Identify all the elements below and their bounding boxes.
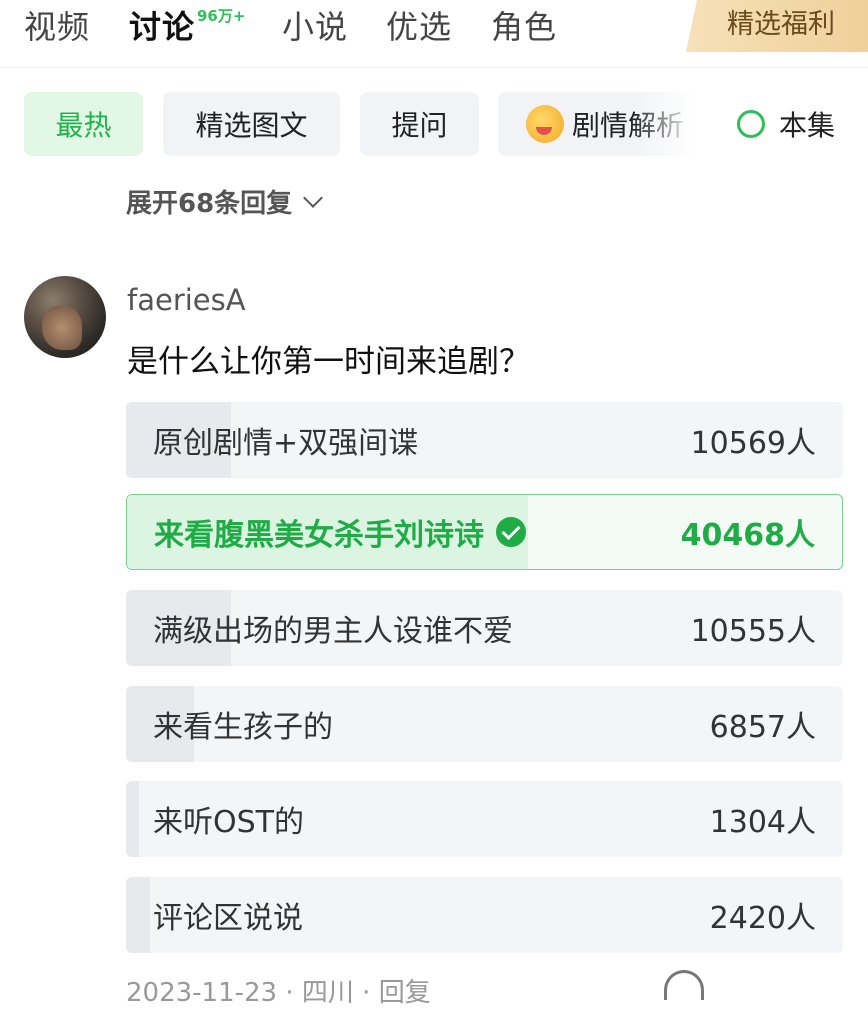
expand-replies-label: 展开68条回复 — [126, 189, 293, 219]
poll-option-count: 2420人 — [709, 901, 816, 936]
poll-option[interactable]: 来听OST的 1304人 — [126, 781, 843, 857]
chip-questions[interactable]: 提问 — [360, 92, 479, 156]
comment-username[interactable]: faeriesA — [127, 283, 246, 317]
tab-video[interactable]: 视频 — [24, 2, 90, 48]
avatar[interactable] — [24, 276, 106, 358]
chip-fade-overlay — [634, 92, 694, 156]
poll-option[interactable]: 原创剧情+双强间谍 10569人 — [126, 402, 843, 478]
comment-meta: 2023-11-23 · 四川 · 回复 — [126, 978, 431, 1008]
this-episode-label: 本集 — [779, 109, 836, 142]
poll-option-count: 6857人 — [709, 710, 816, 745]
chip-label: 最热 — [55, 109, 112, 142]
poll-option-count: 10569人 — [690, 426, 816, 461]
expand-replies-link[interactable]: 展开68条回复 — [126, 183, 324, 220]
comment-text: 是什么让你第一时间来追剧？ — [127, 344, 530, 380]
chevron-down-icon — [303, 187, 324, 208]
top-tab-bar: 视频 讨论 96万+ 小说 优选 角色 精选福利 — [0, 0, 868, 64]
filter-chip-row: 最热 精选图文 提问 剧情解析 本集 — [0, 92, 868, 158]
poll-option-count: 1304人 — [709, 805, 816, 840]
top-divider — [0, 67, 868, 68]
poll-option[interactable]: 评论区说说 2420人 — [126, 877, 843, 953]
heart-icon[interactable] — [664, 970, 704, 1000]
chip-label: 提问 — [391, 109, 448, 142]
chip-hottest[interactable]: 最热 — [24, 92, 143, 156]
poll-option[interactable]: 来看生孩子的 6857人 — [126, 686, 843, 762]
poll-option-label: 来听OST的 — [153, 805, 304, 840]
chip-featured-posts[interactable]: 精选图文 — [163, 92, 340, 156]
poll-option-label: 评论区说说 — [153, 901, 303, 936]
tab-characters[interactable]: 角色 — [491, 2, 557, 48]
chip-label: 精选图文 — [195, 109, 308, 142]
chip-plot-analysis[interactable]: 剧情解析 — [498, 92, 694, 156]
discussion-count-badge: 96万+ — [197, 7, 246, 25]
check-circle-icon — [496, 517, 526, 547]
laughing-face-icon — [526, 105, 564, 143]
poll-option-fill — [126, 781, 139, 857]
this-episode-filter[interactable]: 本集 — [737, 92, 835, 156]
poll-option-selected[interactable]: 来看腹黑美女杀手刘诗诗 40468人 — [126, 494, 843, 570]
poll-option-label: 原创剧情+双强间谍 — [153, 426, 419, 461]
poll-option-count: 10555人 — [690, 614, 816, 649]
poll-option[interactable]: 满级出场的男主人设谁不爱 10555人 — [126, 590, 843, 666]
poll-option-count: 40468人 — [680, 518, 815, 553]
poll-option-fill — [126, 877, 151, 953]
poll-option-label: 满级出场的男主人设谁不爱 — [153, 614, 513, 649]
featured-benefits-button[interactable]: 精选福利 — [686, 0, 868, 52]
poll-option-label: 来看生孩子的 — [153, 710, 333, 745]
radio-circle-icon — [737, 110, 765, 138]
tab-novel[interactable]: 小说 — [282, 2, 348, 48]
poll-option-label: 来看腹黑美女杀手刘诗诗 — [154, 518, 484, 553]
tab-featured[interactable]: 优选 — [386, 2, 452, 48]
tab-discussion[interactable]: 讨论 — [129, 2, 195, 48]
